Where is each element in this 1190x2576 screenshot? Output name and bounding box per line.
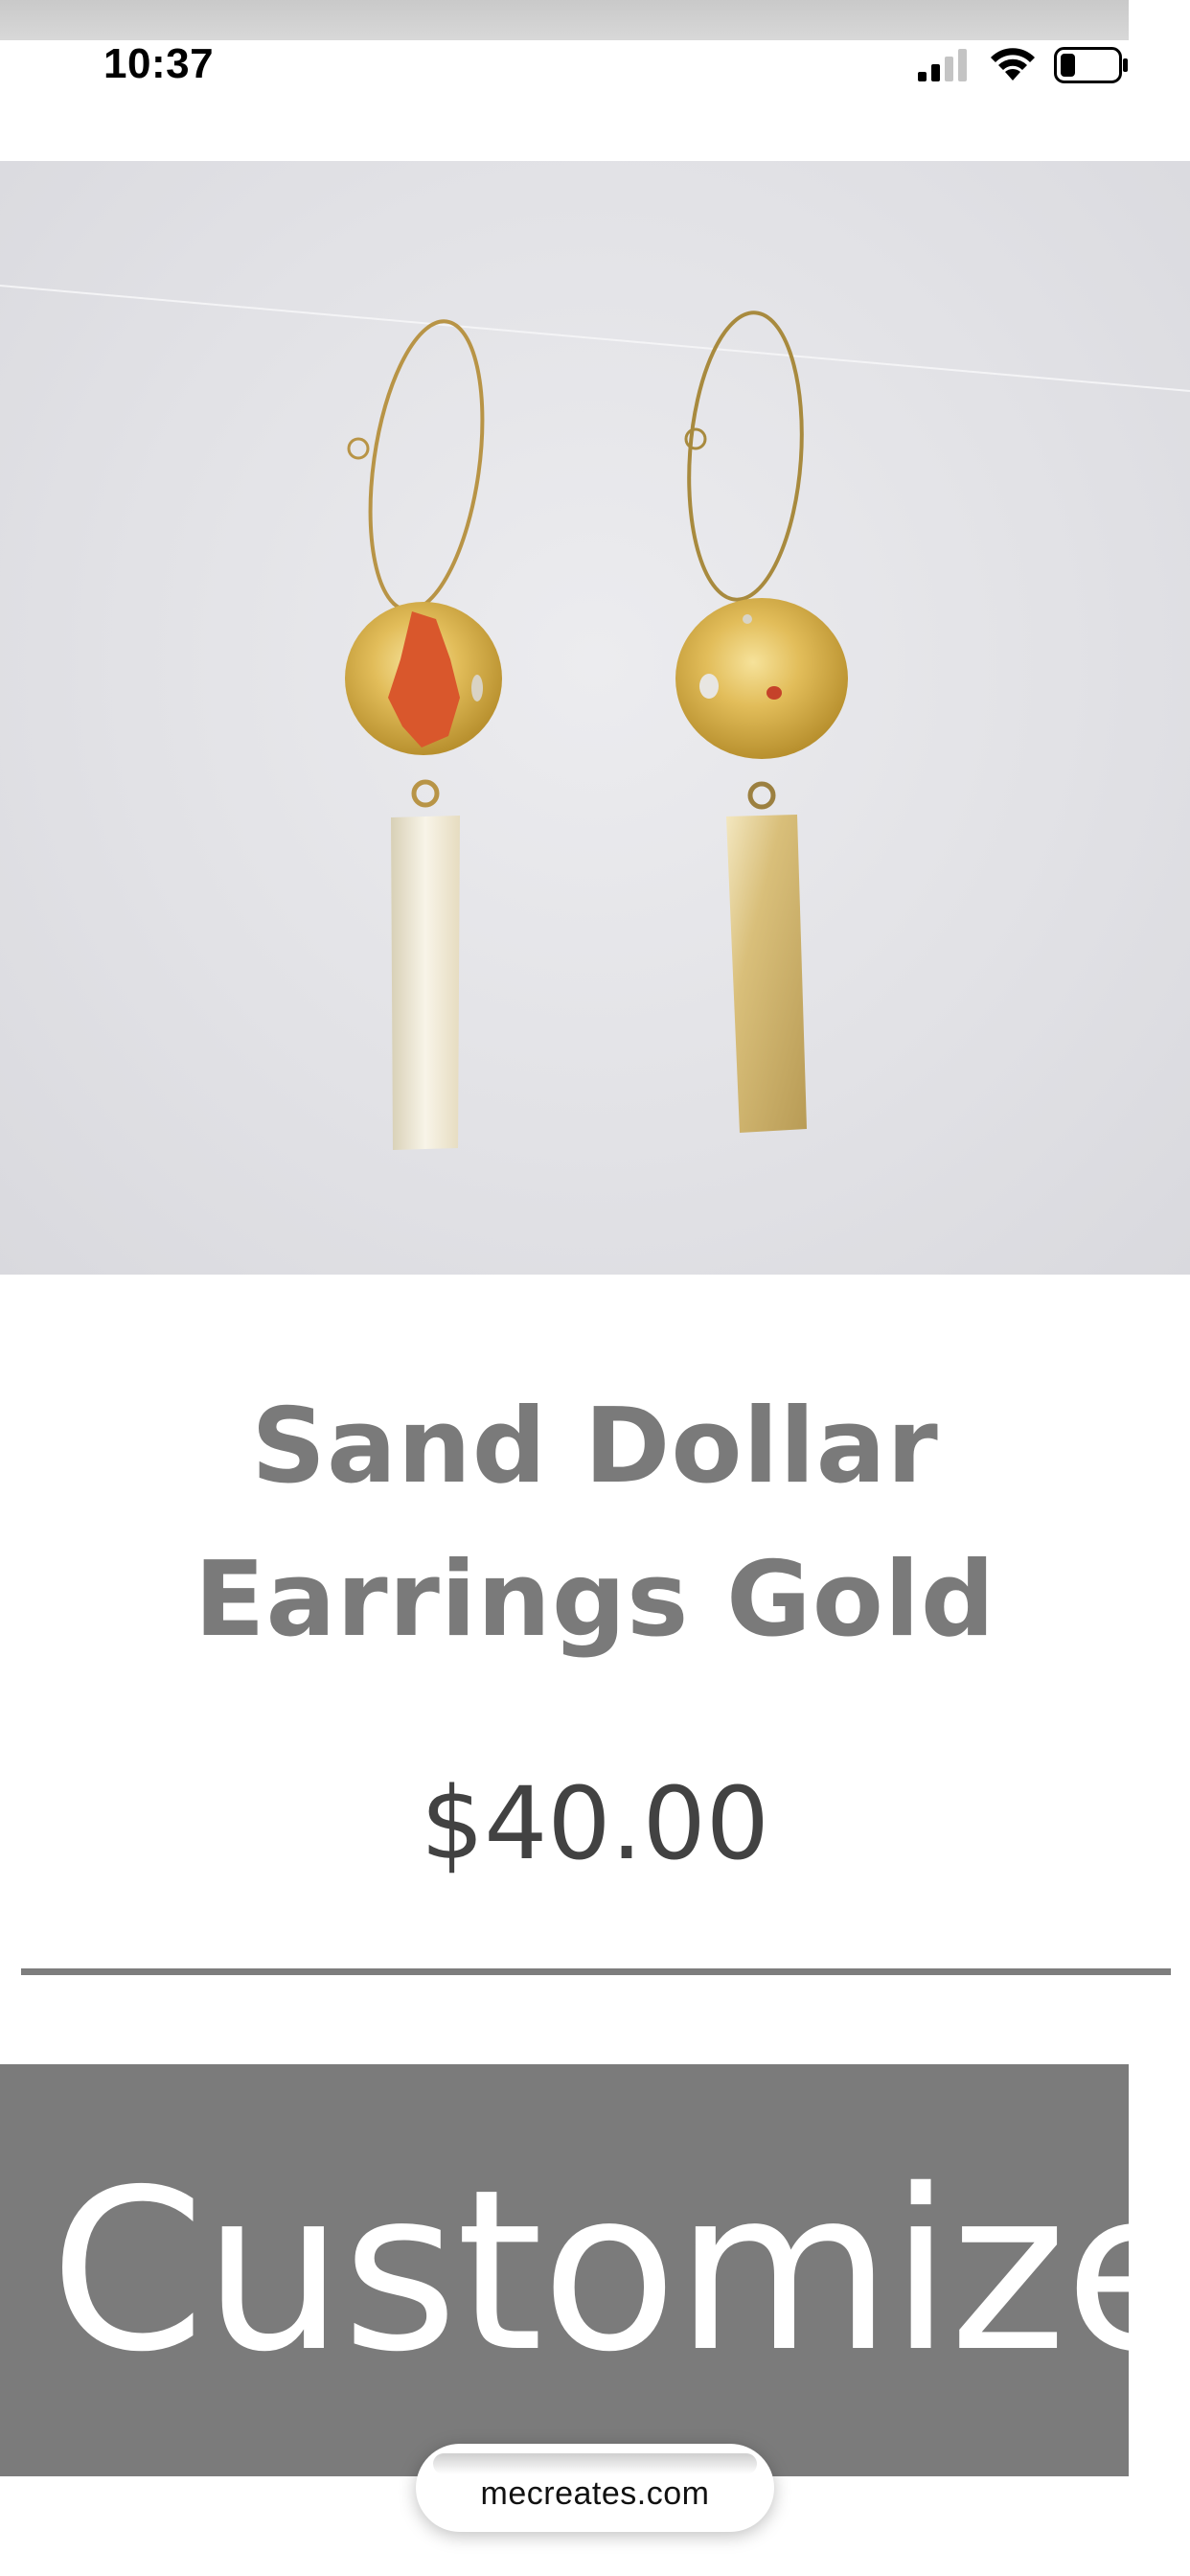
divider bbox=[21, 1968, 1171, 1975]
status-time: 10:37 bbox=[103, 40, 215, 87]
wifi-icon bbox=[989, 48, 1037, 82]
customize-button-label: Customize bbox=[50, 2142, 1190, 2401]
product-title: Sand Dollar Earrings Gold bbox=[194, 1387, 996, 1660]
earrings-illustration bbox=[0, 285, 1190, 1150]
product-page: 10:37 Sand Dollar Earrings Gold $40.00 C… bbox=[0, 0, 1190, 2576]
product-image[interactable] bbox=[0, 161, 1190, 1275]
battery-icon bbox=[1054, 47, 1129, 83]
overscroll-strip bbox=[0, 0, 1129, 40]
status-icons bbox=[918, 46, 1129, 84]
cellular-signal-icon bbox=[918, 49, 972, 81]
product-price: $40.00 bbox=[421, 1765, 769, 1882]
browser-url: mecreates.com bbox=[480, 2474, 710, 2512]
browser-url-pill[interactable]: mecreates.com bbox=[416, 2444, 774, 2532]
status-bar: 10:37 bbox=[0, 40, 1190, 161]
